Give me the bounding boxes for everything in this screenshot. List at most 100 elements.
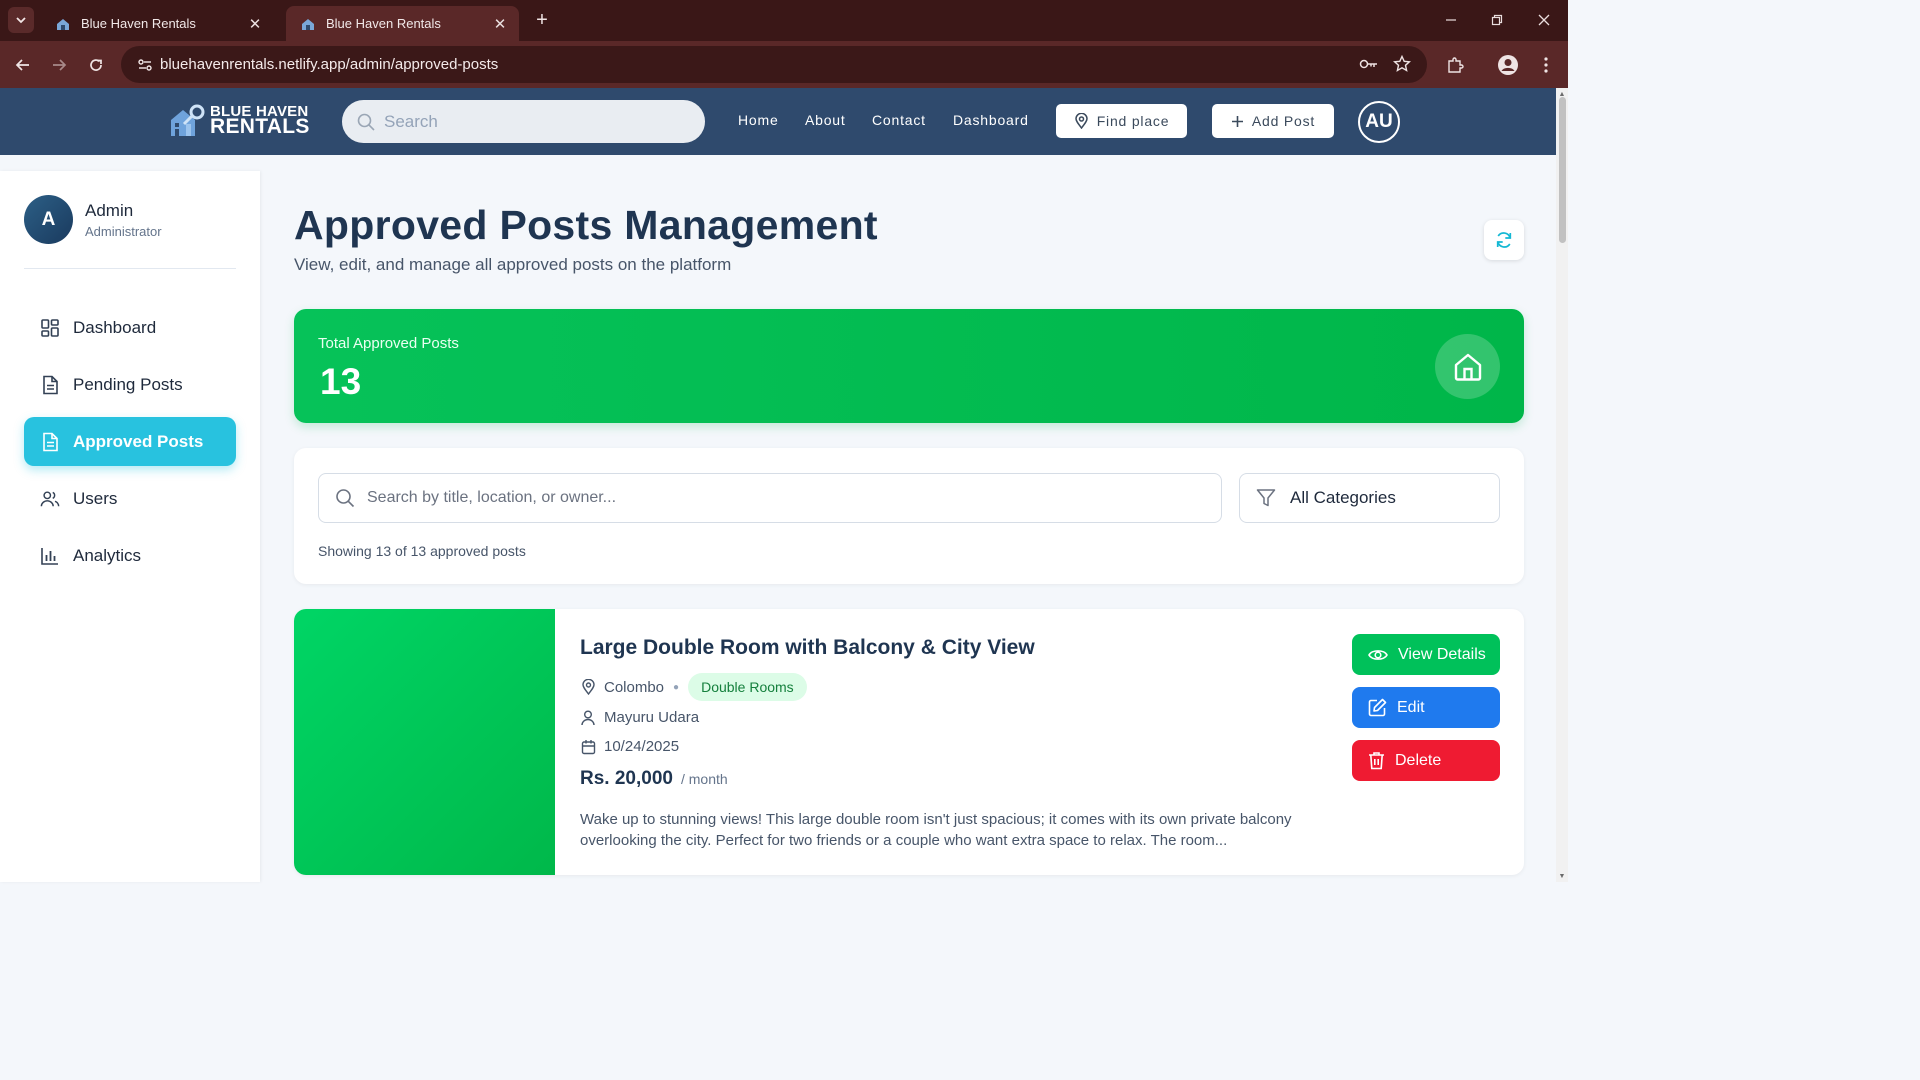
user-icon (580, 710, 596, 726)
header-search[interactable] (342, 100, 705, 143)
nav-contact-link[interactable]: Contact (872, 112, 926, 128)
post-price: Rs. 20,000 / month (580, 768, 728, 790)
edit-button[interactable]: Edit (1352, 687, 1500, 728)
sidebar-item-label: Approved Posts (73, 431, 204, 451)
profile-avatar-icon[interactable] (1495, 52, 1521, 78)
post-card: Large Double Room with Balcony & City Vi… (294, 609, 1524, 875)
bar-chart-icon (40, 546, 60, 566)
sidebar-item-analytics[interactable]: Analytics (24, 531, 236, 580)
users-icon (40, 489, 60, 509)
add-post-label: Add Post (1251, 113, 1316, 129)
extensions-puzzle-icon[interactable] (1442, 52, 1468, 78)
browser-tab-active[interactable]: Blue Haven Rentals ✕ (286, 6, 519, 41)
post-date: 10/24/2025 (604, 738, 680, 755)
logo-text-line2: RENTALS (210, 115, 310, 139)
document-icon (40, 432, 60, 452)
address-bar[interactable]: bluehavenrentals.netlify.app/admin/appro… (121, 46, 1427, 83)
bookmark-star-icon[interactable] (1391, 53, 1413, 75)
separator-dot: ● (673, 681, 680, 693)
posts-search-input[interactable] (367, 489, 1207, 507)
post-thumbnail[interactable] (294, 609, 555, 875)
site-logo[interactable]: BLUE HAVEN RENTALS (168, 104, 310, 138)
password-key-icon[interactable] (1358, 53, 1380, 75)
find-place-label: Find place (1096, 113, 1170, 129)
close-tab-icon[interactable]: ✕ (246, 15, 264, 33)
post-date-row: 10/24/2025 (580, 738, 679, 755)
view-details-label: View Details (1398, 645, 1486, 663)
admin-name: Admin (85, 200, 134, 220)
restore-icon[interactable] (1483, 6, 1511, 34)
tab-search-button[interactable] (8, 7, 34, 33)
sidebar-item-users[interactable]: Users (24, 474, 236, 523)
back-arrow-icon[interactable] (9, 51, 37, 79)
browser-tab-strip: Blue Haven Rentals ✕ Blue Haven Rentals … (0, 0, 1568, 41)
dashboard-grid-icon (40, 318, 60, 338)
delete-label: Delete (1395, 751, 1442, 769)
nav-dashboard-link[interactable]: Dashboard (953, 112, 1029, 128)
total-approved-posts-card: Total Approved Posts 13 (294, 309, 1524, 423)
view-details-button[interactable]: View Details (1352, 634, 1500, 675)
refresh-icon (1496, 232, 1512, 248)
logo-house-key-icon (171, 104, 205, 136)
scroll-down-arrow-icon[interactable]: ▼ (1556, 871, 1568, 881)
sidebar-item-pending-posts[interactable]: Pending Posts (24, 360, 236, 409)
admin-sidebar: A Admin Administrator Dashboard Pending … (0, 171, 260, 882)
user-avatar[interactable]: AU (1358, 101, 1400, 143)
category-filter-value: All Categories (1290, 488, 1396, 507)
sidebar-item-label: Analytics (73, 545, 142, 565)
document-icon (40, 375, 60, 395)
find-place-button[interactable]: Find place (1056, 104, 1187, 138)
sidebar-item-dashboard[interactable]: Dashboard (24, 303, 236, 352)
post-owner: Mayuru Udara (604, 709, 700, 726)
edit-pencil-icon (1368, 698, 1387, 717)
browser-tab[interactable]: Blue Haven Rentals ✕ (41, 6, 274, 41)
admin-role: Administrator (85, 223, 162, 239)
window-close-icon[interactable] (1530, 6, 1558, 34)
post-location-row: Colombo ● Double Rooms (580, 673, 807, 701)
home-icon (1435, 334, 1500, 399)
search-icon (336, 489, 355, 508)
delete-button[interactable]: Delete (1352, 740, 1500, 781)
admin-avatar: A (24, 195, 73, 244)
browser-toolbar: bluehavenrentals.netlify.app/admin/appro… (0, 41, 1568, 88)
search-icon (357, 113, 375, 131)
refresh-button[interactable] (1484, 220, 1524, 260)
header-search-input[interactable] (384, 111, 684, 132)
sidebar-item-approved-posts[interactable]: Approved Posts (24, 417, 236, 466)
site-settings-icon[interactable] (130, 57, 160, 73)
nav-home-link[interactable]: Home (738, 112, 779, 128)
url-text: bluehavenrentals.netlify.app/admin/appro… (160, 56, 499, 73)
sidebar-item-label: Dashboard (73, 317, 157, 337)
trash-icon (1368, 751, 1385, 770)
page-title: Approved Posts Management (294, 202, 878, 248)
page-scrollbar-thumb[interactable] (1559, 97, 1566, 243)
filter-funnel-icon (1256, 488, 1276, 508)
more-menu-icon[interactable] (1533, 52, 1559, 78)
new-tab-plus-icon[interactable]: + (530, 8, 554, 32)
category-badge: Double Rooms (688, 673, 807, 701)
sidebar-item-label: Pending Posts (73, 374, 183, 394)
post-location: Colombo (604, 678, 665, 696)
sidebar-divider (24, 268, 236, 269)
map-pin-icon (1074, 113, 1089, 129)
map-pin-icon (580, 679, 596, 695)
reload-icon[interactable] (82, 51, 110, 79)
post-description: Wake up to stunning views! This large do… (580, 811, 1292, 849)
price-amount: Rs. 20,000 (580, 768, 673, 789)
calendar-icon (580, 739, 596, 755)
add-post-button[interactable]: Add Post (1212, 104, 1334, 138)
posts-search-box[interactable] (318, 473, 1222, 523)
tab-title: Blue Haven Rentals (326, 16, 441, 31)
post-title[interactable]: Large Double Room with Balcony & City Vi… (580, 636, 1035, 660)
minimize-icon[interactable] (1437, 6, 1465, 34)
post-owner-row: Mayuru Udara (580, 709, 699, 726)
category-filter-select[interactable]: All Categories (1239, 473, 1500, 523)
site-favicon-icon (300, 16, 316, 32)
stat-label: Total Approved Posts (318, 335, 459, 352)
site-header: BLUE HAVEN RENTALS Home About Contact Da… (0, 88, 1556, 155)
results-count-text: Showing 13 of 13 approved posts (318, 543, 526, 559)
nav-about-link[interactable]: About (805, 112, 846, 128)
forward-arrow-icon[interactable] (45, 51, 73, 79)
close-tab-icon[interactable]: ✕ (491, 15, 509, 33)
sidebar-profile: A Admin Administrator (24, 195, 162, 244)
